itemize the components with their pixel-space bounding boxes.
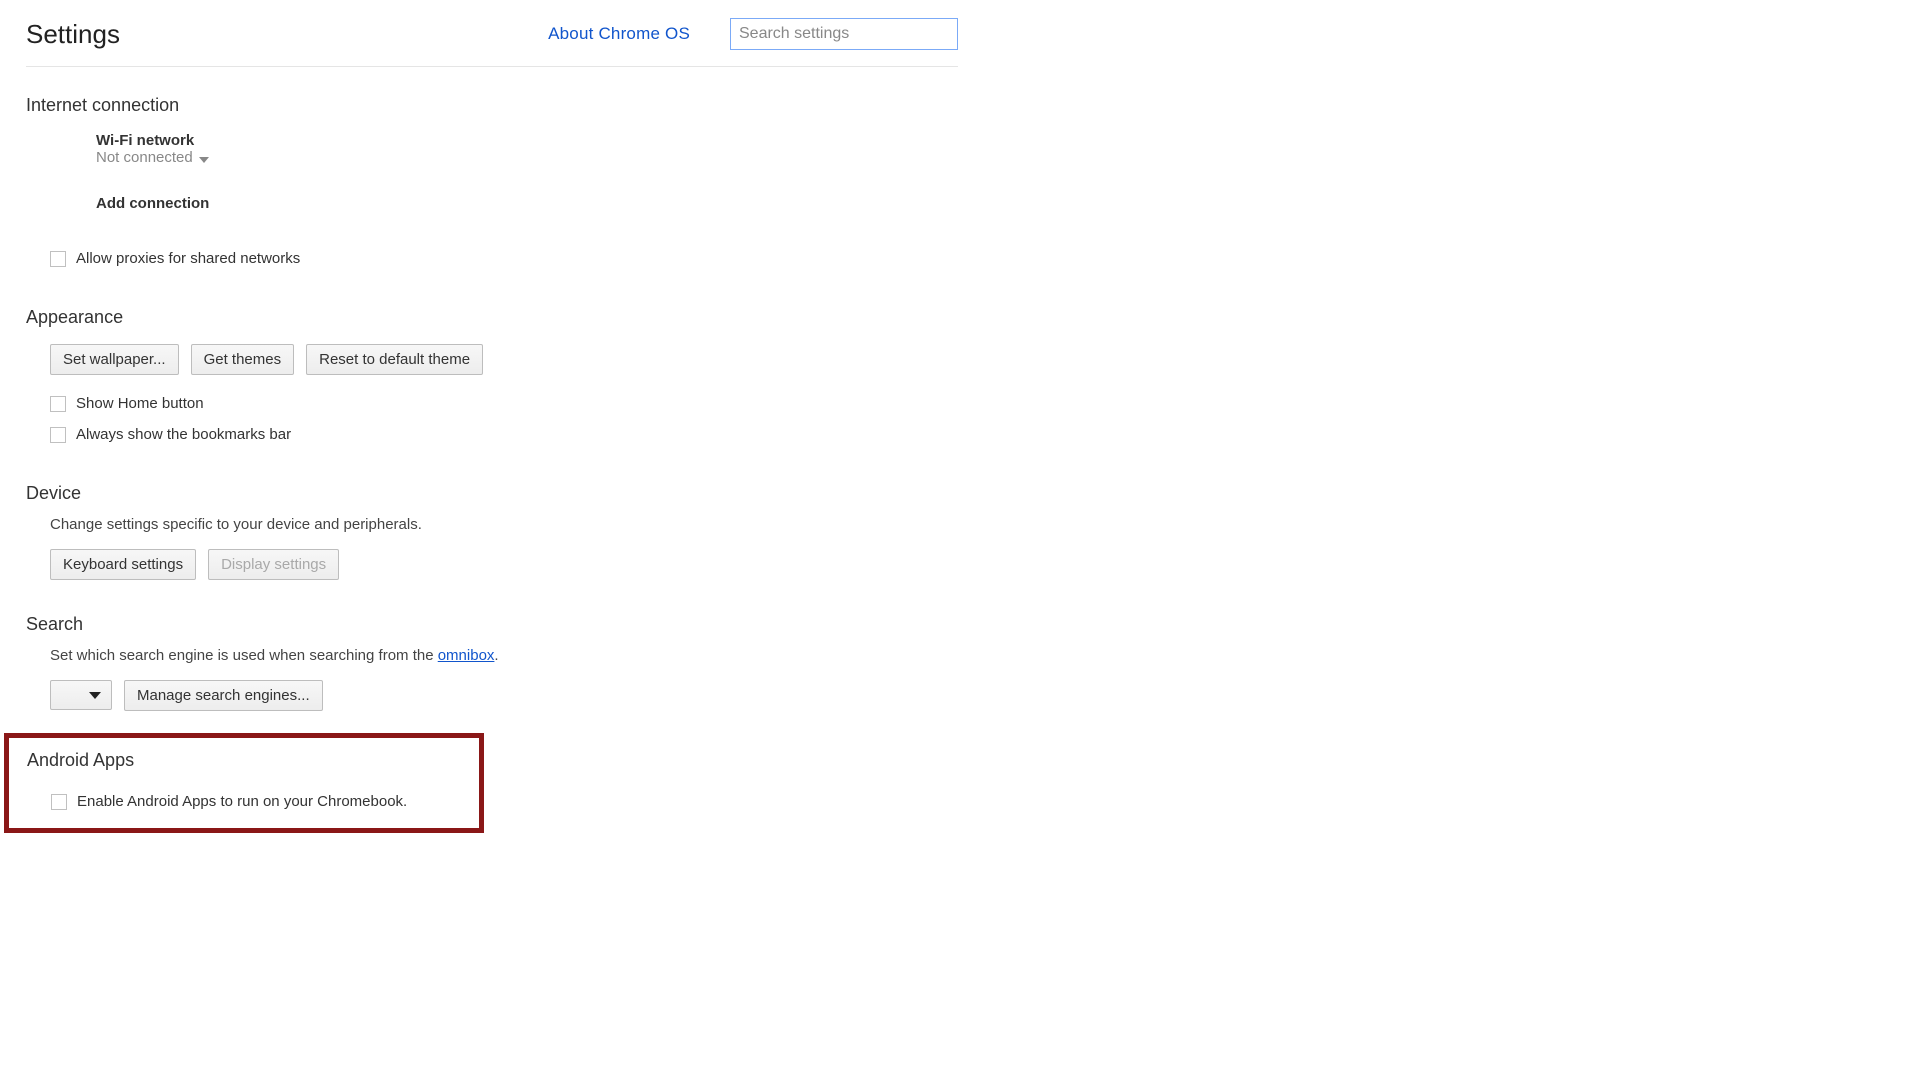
device-section-title: Device	[26, 483, 960, 504]
device-section-desc: Change settings specific to your device …	[50, 516, 960, 533]
omnibox-link[interactable]: omnibox	[438, 647, 495, 664]
always-bookmarks-row[interactable]: Always show the bookmarks bar	[50, 426, 960, 443]
reset-theme-button[interactable]: Reset to default theme	[306, 344, 483, 375]
enable-android-checkbox[interactable]	[51, 794, 67, 810]
header: Settings About Chrome OS	[26, 18, 958, 67]
manage-search-engines-button[interactable]: Manage search engines...	[124, 680, 323, 711]
search-section: Search Set which search engine is used w…	[26, 614, 960, 711]
wifi-network-item[interactable]: Wi-Fi network Not connected	[96, 132, 960, 167]
appearance-buttons: Set wallpaper... Get themes Reset to def…	[50, 344, 960, 375]
allow-proxies-label: Allow proxies for shared networks	[76, 250, 300, 267]
always-bookmarks-checkbox[interactable]	[50, 427, 66, 443]
add-connection-item[interactable]: Add connection	[96, 195, 960, 212]
search-engine-select[interactable]	[50, 680, 112, 710]
chevron-down-icon[interactable]	[199, 157, 209, 163]
search-input[interactable]	[730, 18, 958, 50]
device-section: Device Change settings specific to your …	[26, 483, 960, 580]
internet-section-title: Internet connection	[26, 95, 960, 116]
search-controls: Manage search engines...	[50, 680, 960, 711]
wifi-status-text: Not connected	[96, 149, 193, 166]
device-buttons: Keyboard settings Display settings	[50, 549, 960, 580]
display-settings-button[interactable]: Display settings	[208, 549, 339, 580]
internet-section: Internet connection Wi-Fi network Not co…	[26, 95, 960, 267]
about-chrome-os-link[interactable]: About Chrome OS	[548, 24, 690, 44]
add-connection-label: Add connection	[96, 195, 960, 212]
search-desc-pre: Set which search engine is used when sea…	[50, 647, 438, 664]
show-home-row[interactable]: Show Home button	[50, 395, 960, 412]
appearance-section-title: Appearance	[26, 307, 960, 328]
android-apps-section: Android Apps Enable Android Apps to run …	[4, 733, 484, 833]
keyboard-settings-button[interactable]: Keyboard settings	[50, 549, 196, 580]
search-desc-post: .	[494, 647, 498, 664]
allow-proxies-row[interactable]: Allow proxies for shared networks	[50, 250, 960, 267]
search-section-title: Search	[26, 614, 960, 635]
show-home-label: Show Home button	[76, 395, 204, 412]
wifi-status: Not connected	[96, 149, 209, 166]
appearance-section: Appearance Set wallpaper... Get themes R…	[26, 307, 960, 443]
enable-android-row[interactable]: Enable Android Apps to run on your Chrom…	[51, 793, 461, 810]
get-themes-button[interactable]: Get themes	[191, 344, 295, 375]
allow-proxies-checkbox[interactable]	[50, 251, 66, 267]
android-section-title: Android Apps	[27, 750, 461, 771]
page-title: Settings	[26, 19, 120, 50]
chevron-down-icon	[89, 692, 101, 699]
show-home-checkbox[interactable]	[50, 396, 66, 412]
enable-android-label: Enable Android Apps to run on your Chrom…	[77, 793, 407, 810]
search-section-desc: Set which search engine is used when sea…	[50, 647, 960, 664]
always-bookmarks-label: Always show the bookmarks bar	[76, 426, 291, 443]
wifi-network-label: Wi-Fi network	[96, 132, 960, 149]
set-wallpaper-button[interactable]: Set wallpaper...	[50, 344, 179, 375]
